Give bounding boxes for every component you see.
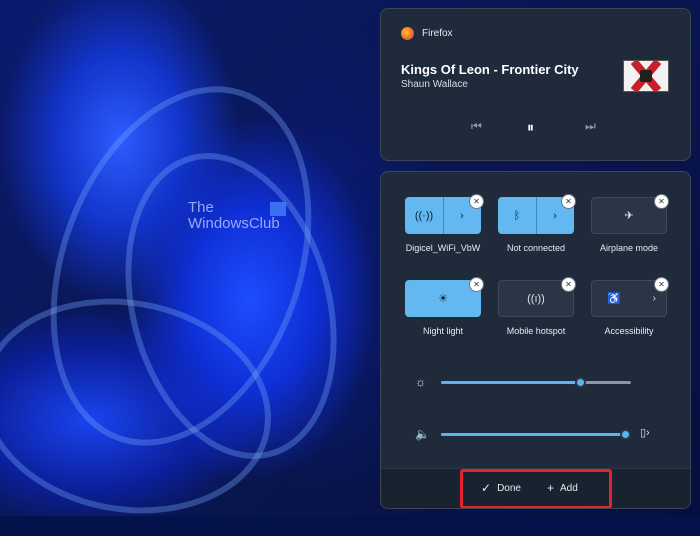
unpin-icon[interactable]: ✕ bbox=[561, 277, 576, 292]
add-label: Add bbox=[560, 482, 578, 494]
brightness-slider-fill bbox=[441, 381, 580, 384]
unpin-icon[interactable]: ✕ bbox=[561, 194, 576, 209]
unpin-icon[interactable]: ✕ bbox=[654, 277, 669, 292]
unpin-icon[interactable]: ✕ bbox=[654, 194, 669, 209]
album-art bbox=[623, 60, 669, 92]
volume-slider-fill bbox=[441, 433, 625, 436]
media-app-header: Firefox bbox=[401, 27, 453, 40]
audio-output-icon[interactable]: ▯› bbox=[640, 426, 650, 439]
unpin-icon[interactable]: ✕ bbox=[469, 194, 484, 209]
brightness-slider[interactable] bbox=[441, 377, 631, 388]
tile-label-hotspot: Mobile hotspot bbox=[506, 326, 566, 336]
quick-settings-footer: ✓ Done + Add bbox=[381, 468, 690, 508]
bluetooth-icon[interactable]: ᛒ bbox=[498, 197, 537, 234]
watermark: The WindowsClub bbox=[188, 199, 286, 232]
add-button[interactable]: + Add bbox=[547, 481, 578, 495]
accessibility-icon: ♿ bbox=[607, 293, 622, 305]
tile-label-wifi: Digicel_WiFi_VbW bbox=[405, 243, 481, 253]
tile-label-accessibility: Accessibility bbox=[604, 326, 654, 336]
tile-label-bluetooth: Not connected bbox=[506, 243, 566, 253]
done-label: Done bbox=[497, 482, 521, 494]
media-panel: Firefox Kings Of Leon - Frontier City Sh… bbox=[380, 8, 691, 161]
checkmark-icon: ✓ bbox=[481, 481, 492, 495]
tile-label-night-light: Night light bbox=[422, 326, 464, 336]
brightness-icon: ☼ bbox=[415, 375, 426, 389]
track-title: Kings Of Leon - Frontier City bbox=[401, 62, 579, 77]
volume-slider[interactable] bbox=[441, 429, 631, 440]
speaker-icon[interactable]: 🔈 bbox=[415, 427, 430, 441]
media-app-name: Firefox bbox=[422, 28, 453, 39]
track-artist: Shaun Wallace bbox=[401, 79, 468, 90]
volume-slider-thumb[interactable] bbox=[620, 429, 631, 440]
plus-icon: + bbox=[547, 481, 555, 495]
accessibility-chevron-icon: › bbox=[652, 293, 656, 304]
wifi-icon[interactable]: ((·)) bbox=[405, 197, 444, 234]
pause-button[interactable]: ⏸ bbox=[527, 119, 534, 136]
next-track-button[interactable]: ⏭ bbox=[585, 119, 596, 134]
brightness-slider-thumb[interactable] bbox=[574, 377, 586, 388]
unpin-icon[interactable]: ✕ bbox=[469, 277, 484, 292]
quick-settings-panel: ((·)) › ✕ Digicel_WiFi_VbW ᛒ › ✕ Not con… bbox=[380, 171, 691, 509]
watermark-line2: WindowsClub bbox=[188, 215, 280, 232]
previous-track-button[interactable]: ⏮ bbox=[471, 119, 482, 134]
watermark-line1: The bbox=[188, 199, 214, 216]
done-button[interactable]: ✓ Done bbox=[481, 481, 521, 495]
firefox-icon bbox=[401, 27, 414, 40]
watermark-logo bbox=[270, 202, 286, 216]
tile-label-airplane: Airplane mode bbox=[599, 243, 659, 253]
